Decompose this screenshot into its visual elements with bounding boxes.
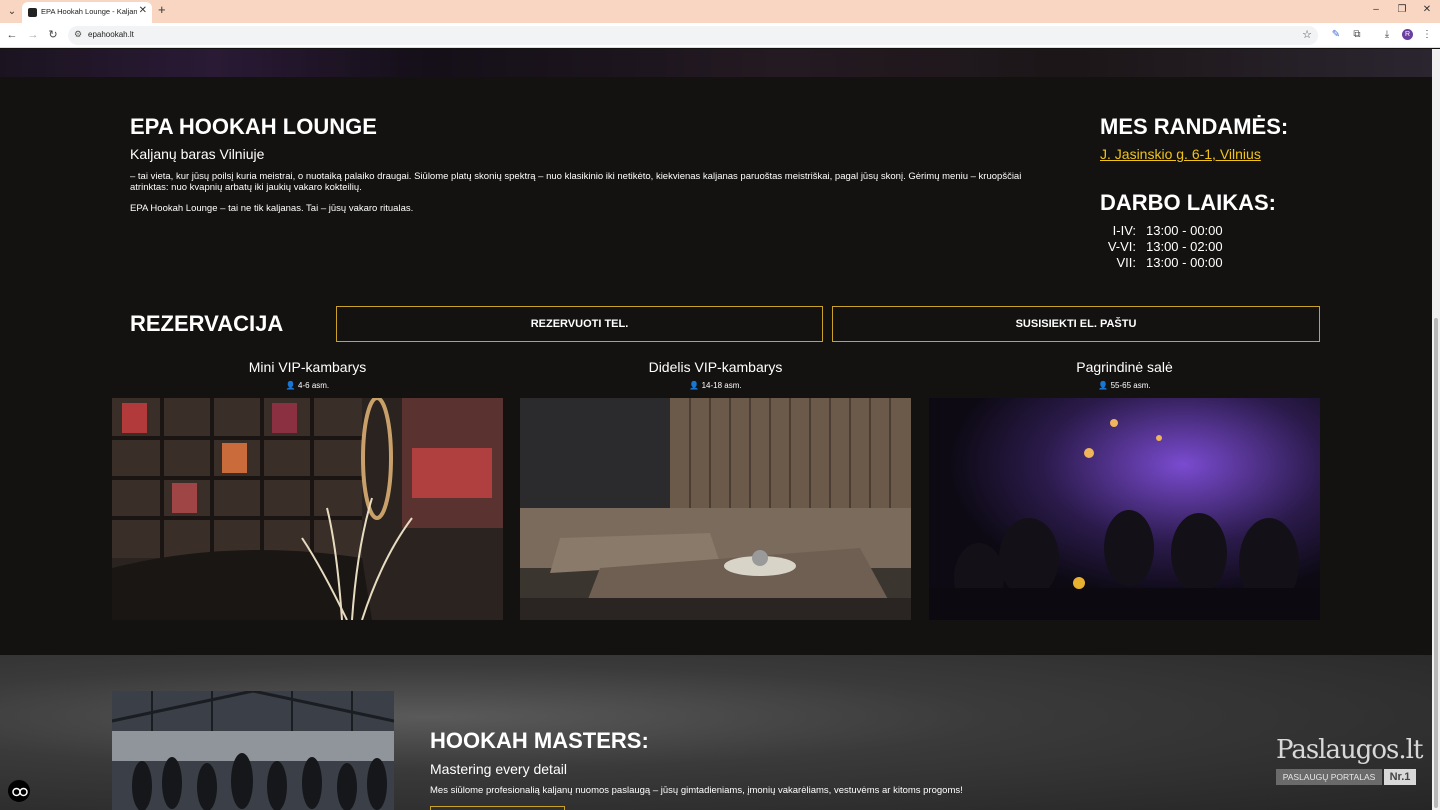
person-icon: 👤 <box>689 381 700 390</box>
site-info-icon[interactable]: ⚙ <box>74 29 82 40</box>
room-title: Mini VIP-kambarys <box>248 359 367 375</box>
browser-tab[interactable]: EPA Hookah Lounge - Kaljanų B ✕ <box>22 2 152 23</box>
hookah-masters-section: HOOKAH MASTERS: Mastering every detail M… <box>0 655 1432 810</box>
browser-tabbar: ⌄ EPA Hookah Lounge - Kaljanų B ✕ + – ❐ … <box>0 0 1440 23</box>
minimize-icon[interactable]: – <box>1369 4 1383 15</box>
hours-title: DARBO LAIKAS: <box>1100 190 1276 215</box>
accessibility-button[interactable] <box>7 779 31 803</box>
back-icon[interactable]: ← <box>5 28 19 42</box>
favicon-icon <box>28 8 37 17</box>
room-title: Pagrindinė salė <box>1076 359 1173 375</box>
forward-icon[interactable]: → <box>26 28 40 42</box>
room-capacity: 👤 4-6 asm. <box>112 381 503 390</box>
mini-vip-room-image[interactable] <box>112 398 503 620</box>
location-title: MES RANDAMĖS: <box>1100 114 1289 139</box>
hours-time: 13:00 - 02:00 <box>1146 239 1223 254</box>
download-icon[interactable]: ⤓ <box>1380 28 1394 42</box>
large-vip-room-image[interactable] <box>520 398 911 620</box>
masters-title: HOOKAH MASTERS: <box>430 728 649 753</box>
bookmark-star-icon[interactable]: ☆ <box>1302 28 1312 41</box>
menu-kebab-icon[interactable]: ⋮ <box>1420 28 1434 42</box>
room-capacity: 👤 55-65 asm. <box>929 381 1320 390</box>
browser-toolbar: ← → ↻ ⚙ epahookah.lt ☆ ✎ ⧉ ⤓ ⋮ <box>0 23 1440 48</box>
tab-title: EPA Hookah Lounge - Kaljanų B <box>41 7 137 16</box>
extensions-puzzle-icon[interactable]: ⧉ <box>1350 28 1364 42</box>
profile-avatar[interactable]: R <box>1402 29 1413 40</box>
reservation-title: REZERVACIJA <box>130 311 284 336</box>
paslaugos-badge[interactable]: Paslaugos.lt PASLAUGŲ PORTALAS Nr.1 <box>1276 735 1423 787</box>
person-icon: 👤 <box>1098 381 1109 390</box>
scrollbar-thumb[interactable] <box>1434 318 1438 808</box>
new-tab-icon[interactable]: + <box>158 2 166 17</box>
hours-days: VII: <box>1116 255 1136 270</box>
restore-icon[interactable]: ❐ <box>1395 4 1409 15</box>
hours-days: V-VI: <box>1107 239 1136 254</box>
about-paragraph-1: – tai vieta, kur jūsų poilsį kuria meist… <box>130 171 1022 193</box>
room-capacity-value: 14-18 asm. <box>701 381 742 390</box>
page-content: EPA HOOKAH LOUNGE Kaljanų baras Vilniuje… <box>0 49 1432 810</box>
tab-search-icon[interactable]: ⌄ <box>4 4 20 20</box>
badge-rank: Nr.1 <box>1384 769 1416 785</box>
reload-icon[interactable]: ↻ <box>46 28 60 42</box>
room-capacity: 👤 14-18 asm. <box>520 381 911 390</box>
hero-image-strip <box>0 49 1432 77</box>
close-tab-icon[interactable]: ✕ <box>139 5 147 16</box>
room-capacity-value: 4-6 asm. <box>298 381 330 390</box>
masters-subtitle: Mastering every detail <box>430 761 567 777</box>
hours-days: I-IV: <box>1112 223 1136 238</box>
hours-time: 13:00 - 00:00 <box>1146 223 1223 238</box>
url-text[interactable]: epahookah.lt <box>88 30 134 39</box>
reserve-phone-button[interactable]: REZERVUOTI TEL. <box>336 306 823 342</box>
about-title: EPA HOOKAH LOUNGE <box>130 114 377 139</box>
about-subtitle: Kaljanų baras Vilniuje <box>130 146 265 162</box>
masters-button[interactable] <box>430 806 565 810</box>
close-window-icon[interactable]: ✕ <box>1420 4 1434 15</box>
address-bar[interactable]: ⚙ epahookah.lt ☆ <box>68 26 1318 45</box>
badge-tagline: PASLAUGŲ PORTALAS <box>1276 769 1382 785</box>
room-capacity-value: 55-65 asm. <box>1110 381 1151 390</box>
main-hall-image[interactable] <box>929 398 1320 620</box>
accessibility-icon <box>12 787 28 797</box>
room-title: Didelis VIP-kambarys <box>648 359 783 375</box>
hours-time: 13:00 - 00:00 <box>1146 255 1223 270</box>
about-paragraph-2: EPA Hookah Lounge – tai ne tik kaljanas.… <box>130 203 414 214</box>
hookah-masters-image[interactable] <box>112 691 394 810</box>
contact-email-button[interactable]: SUSISIEKTI EL. PAŠTU <box>832 306 1320 342</box>
badge-name: Paslaugos.lt <box>1276 735 1423 765</box>
masters-text: Mes siūlome profesionalią kaljanų nuomos… <box>430 785 963 796</box>
extension-pen-icon[interactable]: ✎ <box>1329 28 1343 42</box>
person-icon: 👤 <box>285 381 296 390</box>
address-link[interactable]: J. Jasinskio g. 6-1, Vilnius <box>1100 146 1261 162</box>
